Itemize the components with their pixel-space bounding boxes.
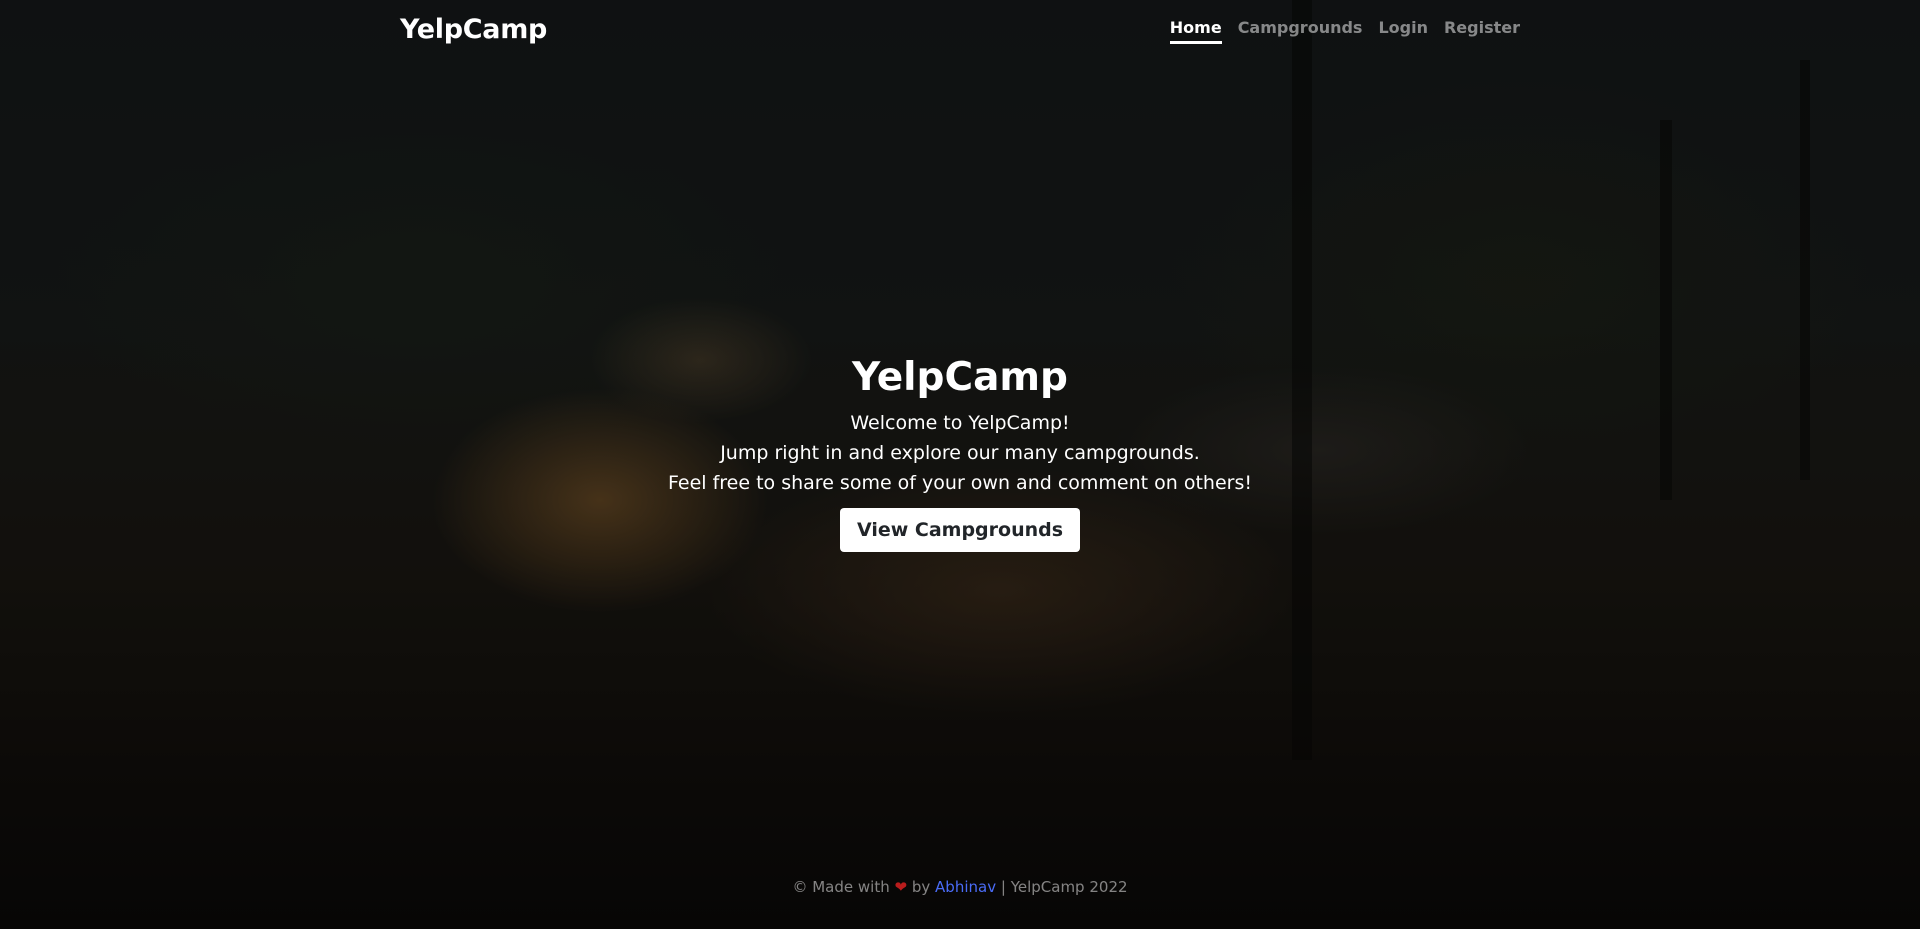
site-header: YelpCamp Home Campgrounds Login Register	[400, 0, 1520, 60]
hero-share-text: Feel free to share some of your own and …	[668, 472, 1252, 494]
footer-prefix: © Made with	[792, 878, 890, 896]
nav-home[interactable]: Home	[1169, 18, 1222, 44]
main-nav: Home Campgrounds Login Register	[1169, 18, 1520, 44]
nav-campgrounds[interactable]: Campgrounds	[1238, 18, 1363, 44]
view-campgrounds-button[interactable]: View Campgrounds	[839, 508, 1081, 552]
footer-by: by	[911, 878, 931, 896]
site-footer: © Made with ❤ by Abhinav | YelpCamp 2022	[400, 878, 1520, 896]
nav-register[interactable]: Register	[1444, 18, 1520, 44]
hero-section: YelpCamp Welcome to YelpCamp! Jump right…	[400, 355, 1520, 552]
author-link[interactable]: Abhinav	[935, 878, 996, 896]
page-container: YelpCamp Home Campgrounds Login Register…	[400, 0, 1520, 929]
hero-welcome-text: Welcome to YelpCamp!	[850, 412, 1070, 434]
hero-explore-text: Jump right in and explore our many campg…	[720, 442, 1200, 464]
heart-icon: ❤	[894, 878, 908, 896]
nav-login[interactable]: Login	[1378, 18, 1428, 44]
hero-title: YelpCamp	[852, 355, 1068, 400]
footer-suffix: | YelpCamp 2022	[1000, 878, 1128, 896]
brand-logo[interactable]: YelpCamp	[400, 14, 547, 45]
